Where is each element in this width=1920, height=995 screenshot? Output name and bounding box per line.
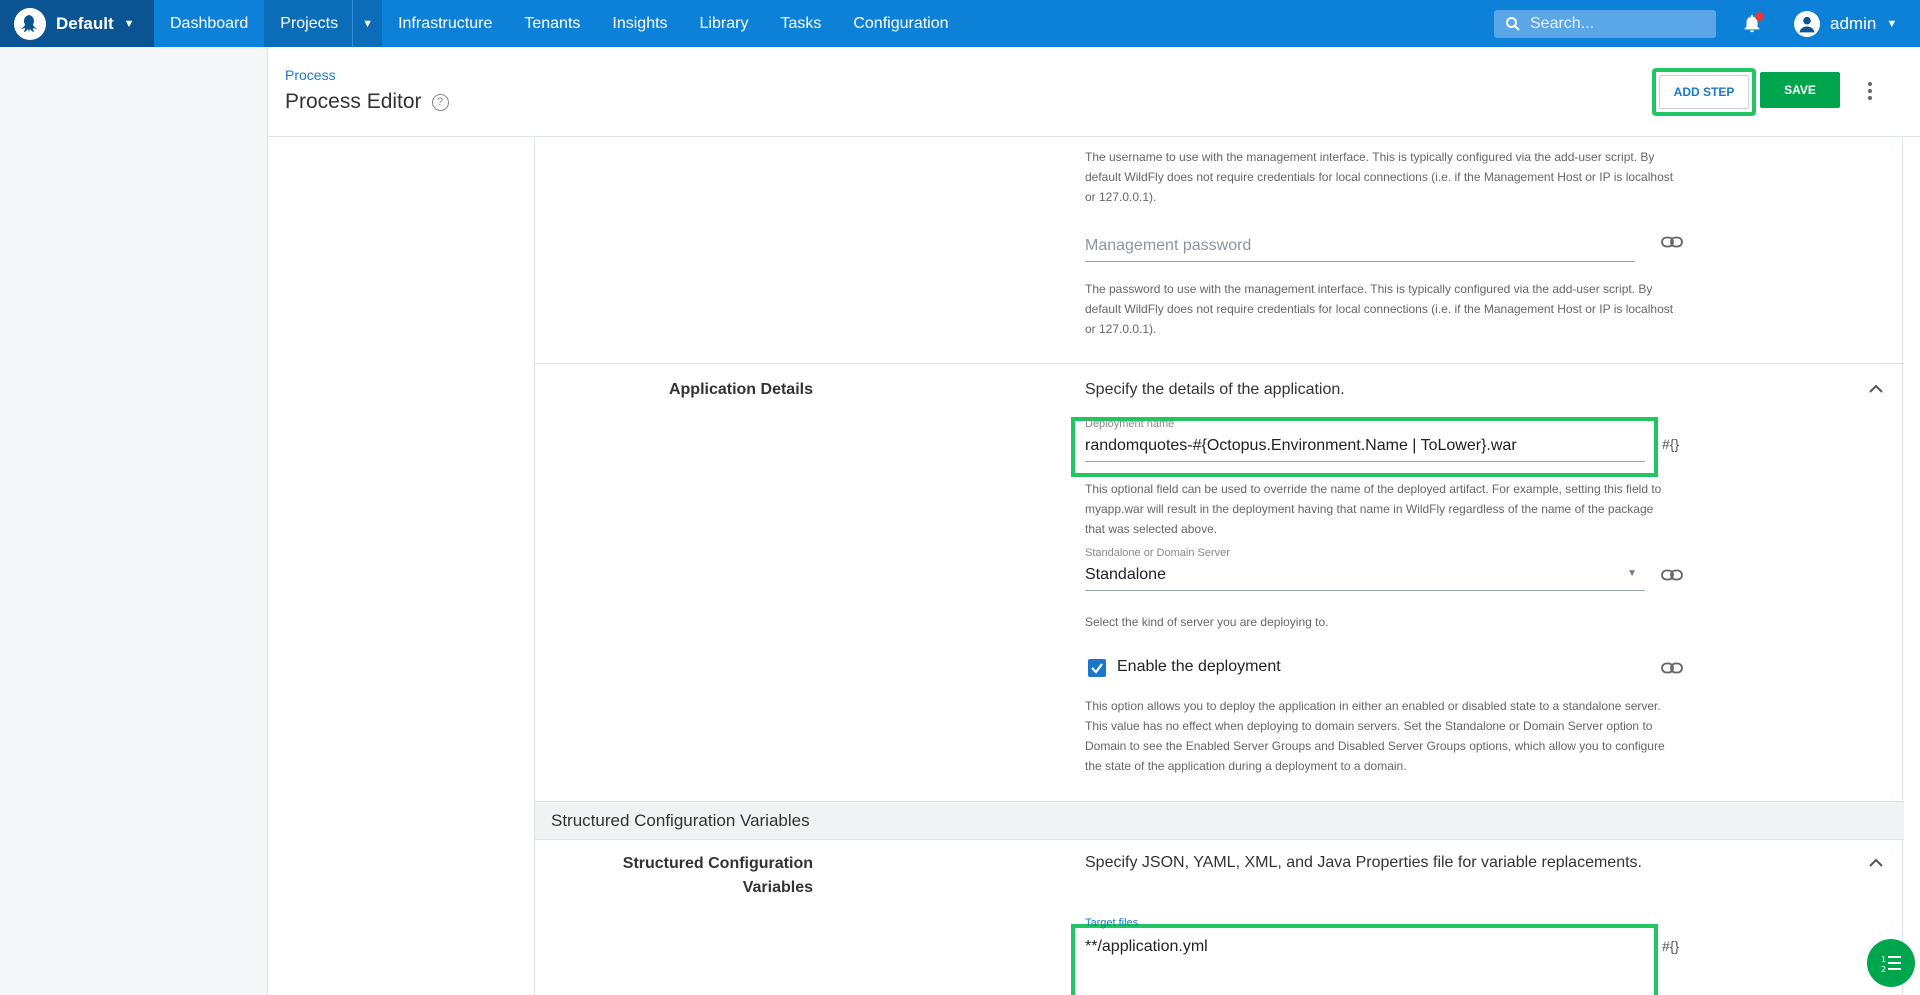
add-step-highlight: ADD STEP <box>1652 68 1756 116</box>
user-menu[interactable]: admin ▼ <box>1794 9 1897 39</box>
structured-config-description: Specify JSON, YAML, XML, and Java Proper… <box>1085 854 1642 871</box>
nav-insights[interactable]: Insights <box>596 0 683 47</box>
deployment-name-label: Deployment name <box>1085 418 1175 430</box>
nav-projects[interactable]: Projects <box>264 0 353 47</box>
nav-dashboard[interactable]: Dashboard <box>154 0 264 47</box>
chevron-down-icon: ▼ <box>123 17 135 30</box>
server-type-help: Select the kind of server you are deploy… <box>1085 615 1329 629</box>
server-type-value: Standalone <box>1085 566 1166 583</box>
page-title-text: Process Editor <box>285 90 422 113</box>
checkmark-icon <box>1091 663 1103 674</box>
enable-deployment-label[interactable]: Enable the deployment <box>1117 658 1281 676</box>
deployment-name-input[interactable]: randomquotes-#{Octopus.Environment.Name … <box>1085 437 1645 462</box>
chevron-down-icon: ▼ <box>1627 568 1637 579</box>
link-icon[interactable] <box>1661 662 1683 674</box>
top-nav: Default ▼ Dashboard Projects ▼ Infrastru… <box>0 0 1920 47</box>
nav-tenants[interactable]: Tenants <box>508 0 596 47</box>
process-list-fab[interactable]: 12 <box>1867 939 1915 987</box>
user-name: admin <box>1830 14 1877 33</box>
structured-config-band: Structured Configuration Variables <box>535 801 1904 840</box>
target-files-highlight <box>1071 924 1658 995</box>
projects-dropdown-icon[interactable]: ▼ <box>352 0 383 47</box>
content-area: The username to use with the management … <box>267 138 1920 995</box>
page-header: Process Process Editor ? ADD STEP SAVE <box>268 47 1920 137</box>
page-title: Process Editor ? <box>285 90 449 114</box>
link-icon[interactable] <box>1661 236 1683 248</box>
link-icon[interactable] <box>1661 569 1683 581</box>
management-password-help: The password to use with the management … <box>1085 282 1674 336</box>
svg-text:1: 1 <box>1881 955 1886 964</box>
enable-deployment-help: This option allows you to deploy the app… <box>1085 699 1665 773</box>
space-switcher[interactable]: Default ▼ <box>0 0 154 47</box>
divider <box>535 363 1904 364</box>
search-input[interactable]: Search... <box>1494 10 1716 38</box>
chevron-down-icon: ▼ <box>1886 18 1898 30</box>
help-icon[interactable]: ? <box>431 93 449 111</box>
target-files-input[interactable]: **/application.yml <box>1085 938 1208 956</box>
more-options-icon[interactable] <box>1860 79 1880 103</box>
octopus-logo-icon <box>14 7 46 40</box>
space-name: Default <box>56 13 114 33</box>
chevron-up-icon[interactable] <box>1868 384 1884 394</box>
step-editor-panel: The username to use with the management … <box>534 138 1904 995</box>
svg-text:2: 2 <box>1881 965 1886 974</box>
deployment-name-help: This optional field can be used to overr… <box>1085 482 1662 536</box>
nav-configuration[interactable]: Configuration <box>837 0 964 47</box>
target-files-label: Target files <box>1085 917 1139 929</box>
enable-deployment-checkbox[interactable] <box>1088 659 1106 677</box>
application-details-description: Specify the details of the application. <box>1085 381 1345 398</box>
management-password-field[interactable]: Management password <box>1085 237 1635 262</box>
server-type-select[interactable]: Standalone ▼ <box>1085 566 1645 591</box>
list-numbered-icon: 12 <box>1881 955 1901 974</box>
save-button[interactable]: SAVE <box>1760 72 1840 108</box>
search-placeholder: Search... <box>1530 15 1595 32</box>
variable-binding-icon[interactable]: #{} <box>1662 436 1679 452</box>
application-details-label: Application Details <box>668 381 813 398</box>
avatar <box>1794 11 1820 37</box>
search-icon <box>1506 17 1520 31</box>
chevron-up-icon[interactable] <box>1868 858 1884 868</box>
nav-library[interactable]: Library <box>684 0 765 47</box>
breadcrumb[interactable]: Process <box>285 67 336 83</box>
nav-tasks[interactable]: Tasks <box>764 0 837 47</box>
variable-binding-icon[interactable]: #{} <box>1662 938 1679 954</box>
structured-config-label: Structured Configuration Variables <box>622 855 813 896</box>
add-step-button[interactable]: ADD STEP <box>1659 75 1749 109</box>
notification-badge <box>1755 12 1764 21</box>
server-type-label: Standalone or Domain Server <box>1085 547 1230 559</box>
nav-infrastructure[interactable]: Infrastructure <box>382 0 508 47</box>
management-user-help: The username to use with the management … <box>1085 150 1674 204</box>
